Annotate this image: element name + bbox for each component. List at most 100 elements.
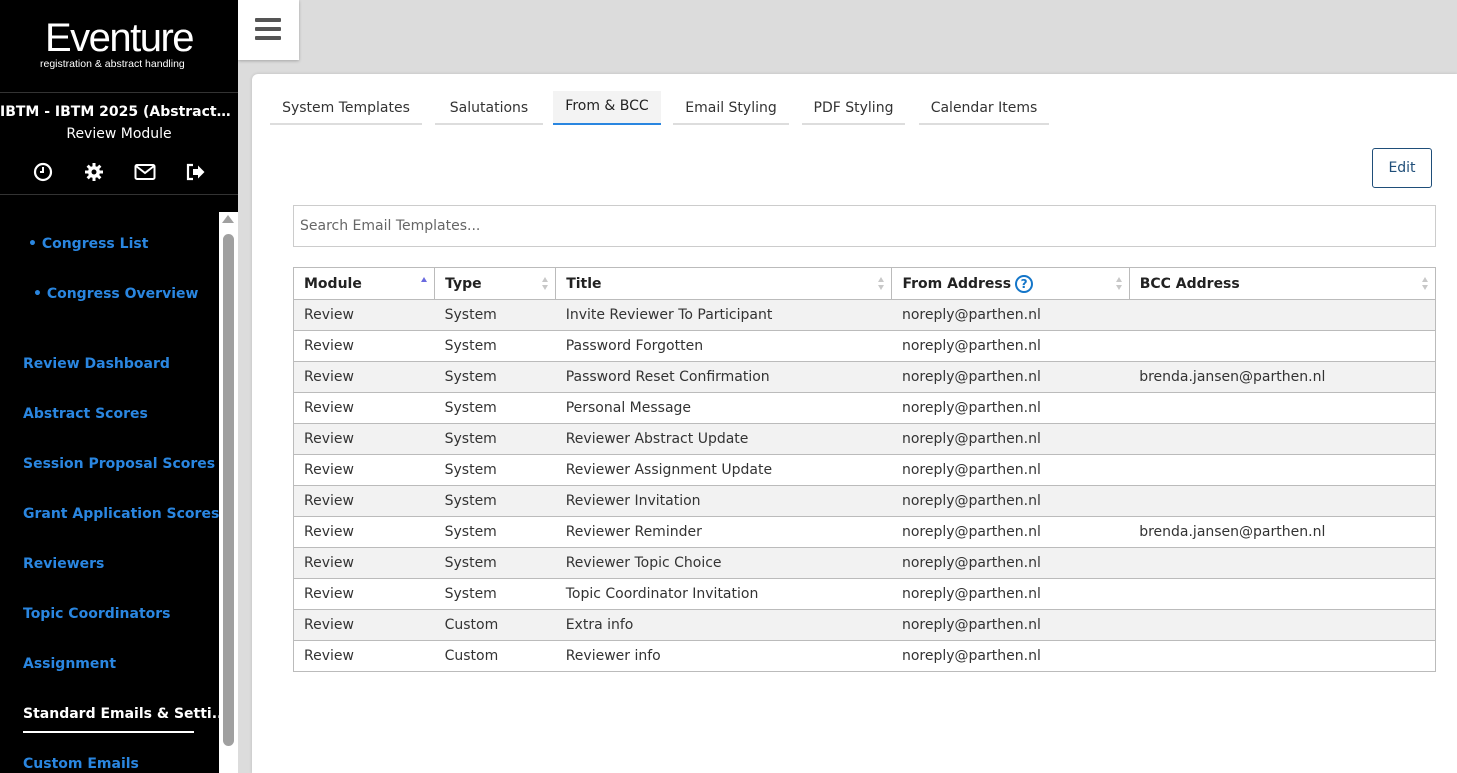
module-name: Review Module	[66, 126, 172, 142]
cell-from-address: noreply@parthen.nl	[891, 485, 1130, 517]
nav-abstract-scores[interactable]: Abstract Scores	[23, 406, 148, 422]
cell-title: Password Reset Confirmation	[555, 361, 892, 393]
cell-type: System	[434, 516, 556, 548]
cell-from-address: noreply@parthen.nl	[891, 299, 1130, 331]
cell-from-address: noreply@parthen.nl	[891, 547, 1130, 579]
cell-bcc-address	[1129, 547, 1436, 579]
sort-icon	[1422, 277, 1429, 291]
nav-congress-list[interactable]: • Congress List	[28, 236, 148, 252]
cell-from-address: noreply@parthen.nl	[891, 640, 1130, 672]
column-header-bcc-address[interactable]: BCC Address	[1129, 267, 1436, 300]
divider	[0, 92, 238, 93]
nav-custom-emails[interactable]: Custom Emails	[23, 756, 139, 772]
table-row[interactable]: Review System Personal Message noreply@part…	[293, 392, 1436, 424]
gear-icon[interactable]	[82, 160, 106, 184]
nav-grant-application-scores[interactable]: Grant Application Scores	[23, 506, 219, 522]
mail-icon[interactable]	[133, 160, 157, 184]
table-row[interactable]: Review Custom Reviewer info noreply@parthen…	[293, 640, 1436, 672]
table-row[interactable]: Review System Invite Reviewer To Participa…	[293, 299, 1436, 331]
column-label: From Address	[902, 275, 1012, 292]
cell-title: Password Forgotten	[555, 330, 892, 362]
cell-title: Reviewer Topic Choice	[555, 547, 892, 579]
nav-assignment[interactable]: Assignment	[23, 656, 116, 672]
cell-title: Reviewer Invitation	[555, 485, 892, 517]
hamburger-menu-button[interactable]	[238, 0, 299, 60]
nav-standard-emails-settings[interactable]: Standard Emails & Setti...	[23, 706, 228, 722]
cell-module: Review	[293, 299, 435, 331]
cell-bcc-address	[1129, 609, 1436, 641]
hamburger-bar	[255, 18, 281, 22]
cell-type: System	[434, 423, 556, 455]
cell-bcc-address: brenda.jansen@parthen.nl	[1129, 516, 1436, 548]
column-label: Title	[566, 275, 602, 292]
cell-title: Reviewer info	[555, 640, 892, 672]
sidebar-scrollbar[interactable]	[219, 212, 238, 773]
cell-bcc-address	[1129, 423, 1436, 455]
table-row[interactable]: Review Custom Extra info noreply@parthen.nl	[293, 609, 1436, 641]
tab-pdf-styling[interactable]: PDF Styling	[802, 91, 905, 125]
eventure-logo[interactable]: Eventure registration & abstract handlin…	[0, 18, 238, 70]
help-question-icon[interactable]: ?	[1015, 274, 1034, 293]
nav-reviewers[interactable]: Reviewers	[23, 556, 104, 572]
search-input[interactable]	[293, 205, 1436, 247]
table-row[interactable]: Review System Password Forgotten noreply@pa…	[293, 330, 1436, 362]
cell-bcc-address: brenda.jansen@parthen.nl	[1129, 361, 1436, 393]
divider	[0, 194, 238, 195]
cell-type: System	[434, 578, 556, 610]
cell-title: Reviewer Reminder	[555, 516, 892, 548]
cell-bcc-address	[1129, 485, 1436, 517]
cell-title: Extra info	[555, 609, 892, 641]
cell-module: Review	[293, 330, 435, 362]
cell-bcc-address	[1129, 392, 1436, 424]
table-row[interactable]: Review System Password Reset Confirmation n…	[293, 361, 1436, 393]
cell-from-address: noreply@parthen.nl	[891, 578, 1130, 610]
table-row[interactable]: Review System Reviewer Abstract Update nore…	[293, 423, 1436, 455]
tab-system-templates[interactable]: System Templates	[270, 91, 422, 125]
cell-from-address: noreply@parthen.nl	[891, 516, 1130, 548]
tab-from-bcc[interactable]: From & BCC	[553, 91, 661, 125]
cell-module: Review	[293, 640, 435, 672]
cell-module: Review	[293, 609, 435, 641]
tab-calendar-items[interactable]: Calendar Items	[919, 91, 1049, 125]
cell-type: System	[434, 485, 556, 517]
cell-title: Reviewer Abstract Update	[555, 423, 892, 455]
scroll-up-arrow-icon[interactable]	[222, 215, 234, 223]
logo-subtitle: registration & abstract handling	[40, 58, 185, 70]
edit-button[interactable]: Edit	[1372, 148, 1432, 188]
table-row[interactable]: Review System Reviewer Reminder noreply@par…	[293, 516, 1436, 548]
table-header-row: Module Type Title From Address? BCC Addr…	[293, 267, 1436, 300]
cell-type: System	[434, 547, 556, 579]
tab-email-styling[interactable]: Email Styling	[673, 91, 789, 125]
column-header-type[interactable]: Type	[434, 267, 557, 300]
column-header-module[interactable]: Module	[293, 267, 436, 300]
column-header-from-address[interactable]: From Address?	[891, 267, 1130, 300]
table-row[interactable]: Review System Reviewer Invitation noreply@p…	[293, 485, 1436, 517]
nav-session-proposal-scores[interactable]: Session Proposal Scores	[23, 456, 215, 472]
table-row[interactable]: Review System Reviewer Assignment Update no…	[293, 454, 1436, 486]
nav-topic-coordinators[interactable]: Topic Coordinators	[23, 606, 171, 622]
cell-title: Personal Message	[555, 392, 892, 424]
active-nav-underline	[23, 731, 194, 733]
cell-from-address: noreply@parthen.nl	[891, 609, 1130, 641]
sort-icon	[542, 277, 549, 291]
cell-type: Custom	[434, 640, 556, 672]
cell-type: System	[434, 330, 556, 362]
cell-module: Review	[293, 485, 435, 517]
tab-salutations[interactable]: Salutations	[435, 91, 543, 125]
cell-module: Review	[293, 423, 435, 455]
main-panel: System Templates Salutations From & BCC …	[252, 74, 1457, 773]
column-header-title[interactable]: Title	[555, 267, 893, 300]
table-row[interactable]: Review System Topic Coordinator Invitation…	[293, 578, 1436, 610]
logout-icon[interactable]	[184, 160, 208, 184]
cell-from-address: noreply@parthen.nl	[891, 392, 1130, 424]
nav-congress-overview[interactable]: • Congress Overview	[33, 286, 198, 302]
clock-icon[interactable]	[31, 160, 55, 184]
nav-review-dashboard[interactable]: Review Dashboard	[23, 356, 170, 372]
column-label: BCC Address	[1139, 275, 1240, 292]
scroll-thumb[interactable]	[223, 234, 234, 746]
table-row[interactable]: Review System Reviewer Topic Choice noreply…	[293, 547, 1436, 579]
cell-type: System	[434, 392, 556, 424]
sort-icon	[878, 277, 885, 291]
cell-module: Review	[293, 547, 435, 579]
sidebar: Eventure registration & abstract handlin…	[0, 0, 238, 773]
